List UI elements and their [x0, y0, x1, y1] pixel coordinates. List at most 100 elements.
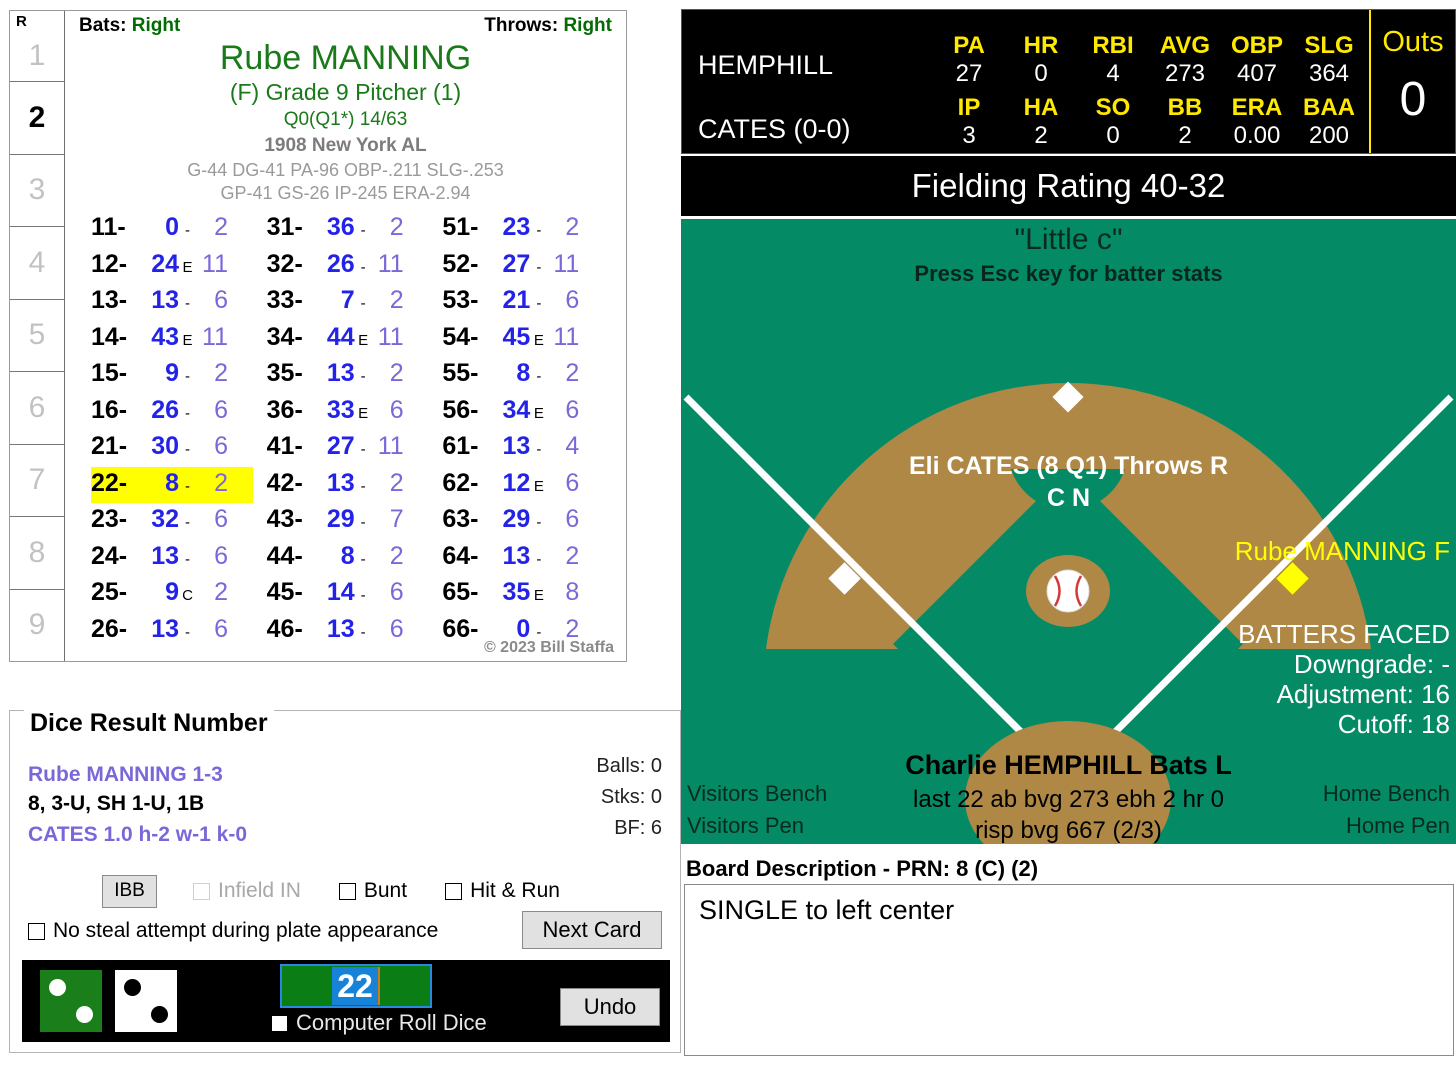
undo-button[interactable]: Undo — [560, 988, 660, 1026]
cutoff-value: Cutoff: 18 — [1337, 709, 1450, 739]
infield-in-checkbox[interactable]: Infield IN — [193, 879, 301, 903]
dice-result-row[interactable]: 13- 13- 6 — [91, 284, 253, 321]
dice-result-flag: - — [360, 258, 366, 276]
board-description-box[interactable]: SINGLE to left center — [684, 884, 1454, 1056]
inning-cell-2[interactable]: 2 — [10, 81, 64, 154]
dice-result-row[interactable]: 14- 43 E 11 — [91, 321, 253, 358]
inning-column-header: R — [16, 13, 27, 30]
dice-result-code: 6 — [214, 432, 228, 460]
inning-cell-7[interactable]: 7 — [10, 443, 64, 517]
dice-result-row[interactable]: 24- 13- 6 — [91, 540, 253, 577]
dice-result-code: 11 — [202, 249, 228, 278]
dice-result-row[interactable]: 53- 21- 6 — [442, 284, 604, 321]
dice-result-row[interactable]: 35- 13- 2 — [267, 357, 429, 394]
next-card-button[interactable]: Next Card — [522, 911, 662, 949]
dice-result-row[interactable]: 22- 8- 2 — [91, 466, 253, 503]
dice-result-row[interactable]: 34- 44 E 11 — [267, 321, 429, 358]
inning-cell-9[interactable]: 9 — [10, 588, 64, 662]
dice-roll-key: 51- — [442, 213, 479, 241]
inning-cell-4[interactable]: 4 — [10, 226, 64, 299]
home-pen-link[interactable]: Home Pen — [1346, 813, 1450, 839]
dice-result-row[interactable]: 64- 13- 2 — [442, 540, 604, 577]
dice-result-row[interactable]: 15- 9- 2 — [91, 357, 253, 394]
throws-label: Throws: — [484, 15, 559, 36]
dice-result-row[interactable]: 12- 24 E 11 — [91, 248, 253, 285]
dice-result-row[interactable]: 41- 27-11 — [267, 430, 429, 467]
pitcher-stat-header: HA — [1023, 94, 1059, 121]
dice-roll-key: 24- — [91, 541, 128, 570]
inning-cell-5[interactable]: 5 — [10, 298, 64, 372]
dice-result-value: 8 — [516, 359, 531, 387]
dice-result-row[interactable]: 65- 35 E 8 — [442, 576, 604, 613]
die-white[interactable] — [115, 970, 177, 1032]
dice-roll-key: 53- — [442, 286, 479, 314]
dice-result-row[interactable]: 42- 13- 2 — [267, 467, 429, 504]
home-bench-link[interactable]: Home Bench — [1323, 781, 1450, 807]
dice-roll-key: 15- — [91, 359, 128, 387]
dice-result-row[interactable]: 54- 45 E 11 — [442, 321, 604, 358]
no-steal-checkbox[interactable]: No steal attempt during plate appearance — [28, 919, 438, 943]
dice-result-code: 6 — [214, 505, 228, 533]
dice-result-code: 2 — [214, 359, 228, 387]
dice-result-value: 43 — [151, 322, 179, 351]
ballfield-diagram[interactable]: "Little c" Press Esc key for batter stat… — [681, 219, 1456, 844]
result-line-outcome: 8, 3-U, SH 1-U, 1B — [28, 792, 205, 815]
dice-result-row[interactable]: 62- 12 E 6 — [442, 467, 604, 504]
dice-result-row[interactable]: 23- 32- 6 — [91, 503, 253, 540]
dice-result-row[interactable]: 31- 36- 2 — [267, 211, 429, 248]
batter-stat-grid: PA HR RBI AVG OBP SLG 27 0 4 273 407 364 — [933, 32, 1365, 88]
dice-result-flag: E — [358, 404, 369, 422]
visitors-bench-link[interactable]: Visitors Bench — [687, 781, 827, 807]
pitcher-stat-grid: IP HA SO BB ERA BAA 3 2 0 2 0.00 200 — [933, 94, 1365, 150]
ibb-button[interactable]: IBB — [102, 874, 157, 908]
dice-roll-key: 54- — [442, 322, 479, 351]
dice-result-row[interactable]: 45- 14- 6 — [267, 576, 429, 613]
dice-result-row[interactable]: 56- 34 E 6 — [442, 394, 604, 431]
computer-roll-dice-checkbox[interactable]: Computer Roll Dice — [272, 1010, 487, 1036]
bunt-checkbox[interactable]: Bunt — [338, 879, 407, 903]
inning-cell-1[interactable]: 1 — [10, 31, 64, 81]
dice-result-row[interactable]: 11- 0- 2 — [91, 211, 253, 248]
dice-result-row[interactable]: 55- 8- 2 — [442, 357, 604, 394]
little-c-label: "Little c" — [1014, 223, 1123, 256]
dice-result-row[interactable]: 36- 33 E 6 — [267, 394, 429, 431]
inning-cell-8[interactable]: 8 — [10, 516, 64, 589]
batter-stat-header: OBP — [1230, 32, 1283, 59]
dice-roll-key: 41- — [266, 432, 303, 460]
die-pip — [49, 979, 66, 996]
dice-result-row[interactable]: 43- 29- 7 — [267, 503, 429, 540]
hit-and-run-checkbox[interactable]: Hit & Run — [445, 879, 560, 903]
dice-roll-key: 62- — [442, 468, 479, 497]
dice-result-row[interactable]: 32- 26-11 — [267, 248, 429, 285]
dice-result-row[interactable]: 51- 23- 2 — [442, 211, 604, 248]
visitors-pen-link[interactable]: Visitors Pen — [687, 813, 804, 839]
dice-roll-key: 16- — [91, 395, 128, 424]
batter-stat-header: AVG — [1159, 32, 1211, 59]
inning-cell-3[interactable]: 3 — [10, 153, 64, 227]
dice-result-code: 11 — [377, 249, 404, 278]
dice-result-row[interactable]: 21- 30- 6 — [91, 430, 253, 467]
batter-stat-value: 0 — [1034, 60, 1048, 87]
dice-result-row[interactable]: 33- 7- 2 — [267, 284, 429, 321]
dice-result-value: 13 — [151, 286, 179, 314]
dice-result-code: 11 — [202, 322, 228, 351]
dice-result-row[interactable]: 46- 13- 6 — [267, 613, 429, 650]
pitcher-stat-value: 2 — [1178, 122, 1192, 149]
dice-result-code: 6 — [565, 395, 580, 424]
dice-result-row[interactable]: 61- 13- 4 — [442, 430, 604, 467]
dice-result-code: 11 — [553, 322, 580, 351]
dice-result-value: 13 — [502, 432, 531, 460]
dice-result-value: 45 — [502, 322, 531, 351]
dice-result-value: 29 — [502, 505, 531, 533]
dice-result-row[interactable]: 44- 8- 2 — [267, 540, 429, 577]
dice-result-row[interactable]: 16- 26- 6 — [91, 394, 253, 431]
roll-value-field[interactable]: 22 — [280, 964, 432, 1008]
dice-result-row[interactable]: 25- 9 C 2 — [91, 576, 253, 613]
die-green[interactable] — [40, 970, 102, 1032]
dice-result-row[interactable]: 63- 29- 6 — [442, 503, 604, 540]
dice-result-code: 11 — [377, 322, 404, 351]
dice-result-row[interactable]: 52- 27-11 — [442, 248, 604, 285]
dice-result-flag: E — [182, 258, 193, 276]
inning-cell-6[interactable]: 6 — [10, 371, 64, 444]
dice-result-row[interactable]: 26- 13- 6 — [91, 613, 253, 650]
